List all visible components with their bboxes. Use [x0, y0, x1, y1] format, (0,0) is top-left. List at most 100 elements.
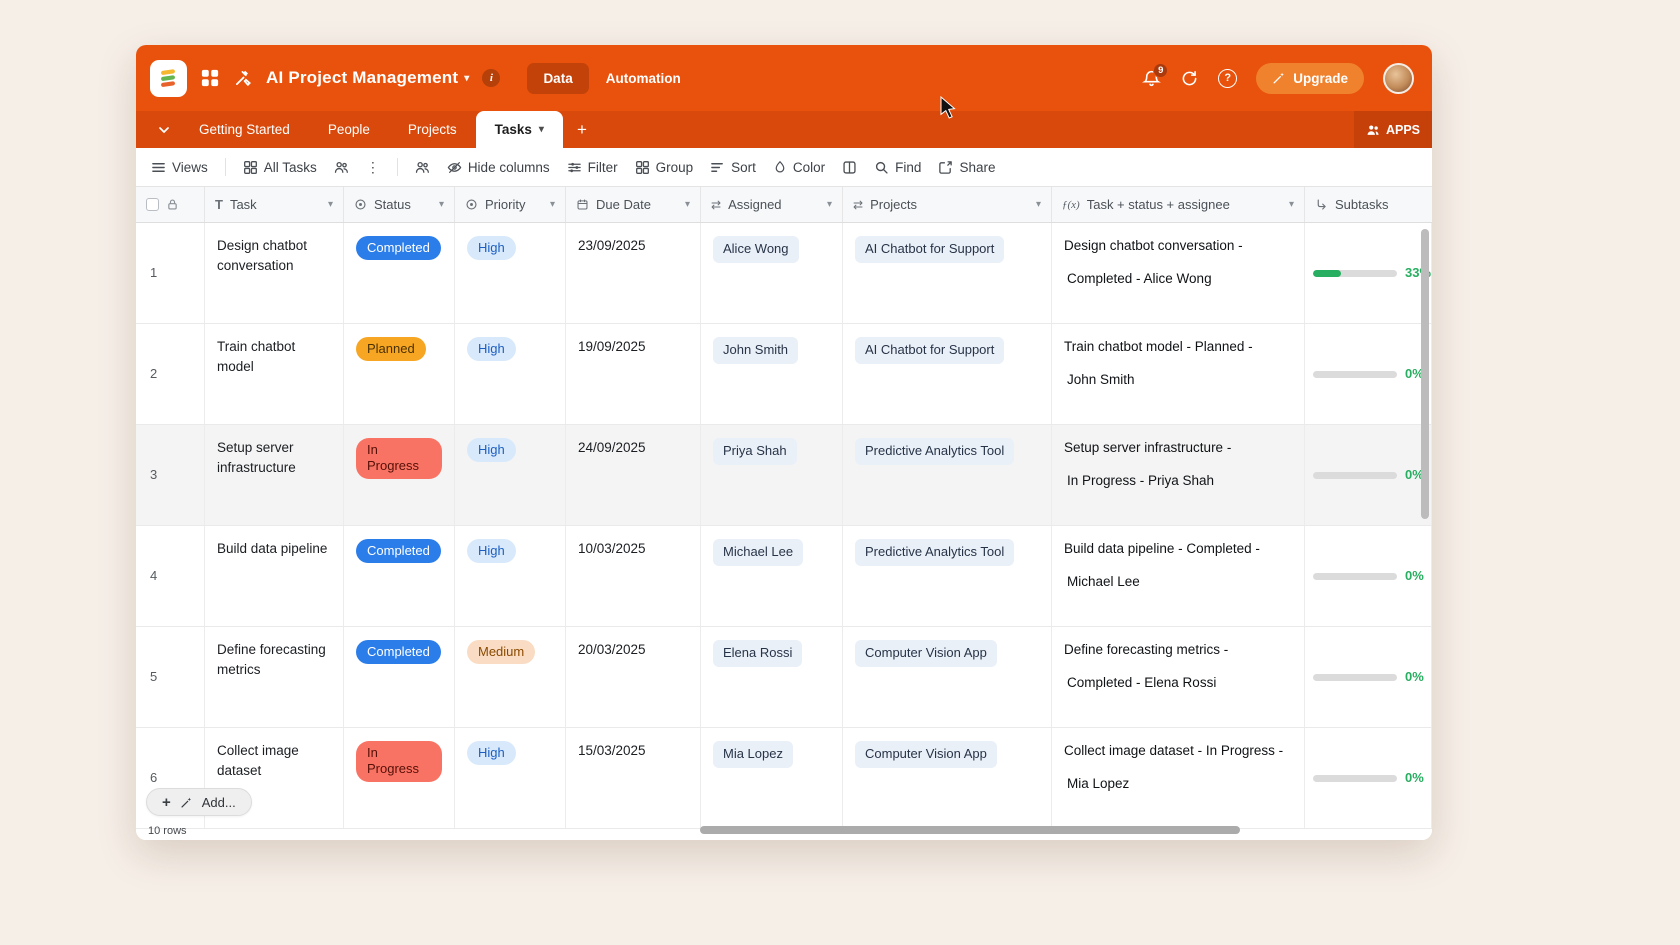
- view-more-menu[interactable]: ⋮: [366, 159, 380, 176]
- column-chevron-icon[interactable]: ▾: [328, 199, 333, 210]
- current-view-button[interactable]: All Tasks: [243, 160, 317, 175]
- row-number[interactable]: 5: [136, 627, 205, 727]
- row-number[interactable]: 3: [136, 425, 205, 525]
- tab-projects[interactable]: Projects: [389, 111, 476, 148]
- column-header-priority[interactable]: Priority ▾: [455, 187, 566, 222]
- status-cell[interactable]: Planned: [344, 324, 455, 424]
- column-header-task[interactable]: T Task ▾: [205, 187, 344, 222]
- filter-button[interactable]: Filter: [567, 160, 618, 175]
- tab-getting-started[interactable]: Getting Started: [180, 111, 309, 148]
- due-date-cell[interactable]: 20/03/2025: [566, 627, 701, 727]
- color-button[interactable]: Color: [773, 160, 825, 175]
- workspace-grid-icon[interactable]: [200, 68, 220, 88]
- avatar[interactable]: [1383, 63, 1414, 94]
- status-cell[interactable]: Completed: [344, 526, 455, 626]
- due-date-cell[interactable]: 10/03/2025: [566, 526, 701, 626]
- hide-columns-button[interactable]: Hide columns: [447, 160, 550, 175]
- subtasks-cell[interactable]: 0%: [1305, 425, 1432, 525]
- subtasks-cell[interactable]: 0%: [1305, 324, 1432, 424]
- project-cell[interactable]: Predictive Analytics Tool: [843, 526, 1052, 626]
- subtasks-cell[interactable]: 33%: [1305, 223, 1432, 323]
- assigned-cell[interactable]: Mia Lopez: [701, 728, 843, 828]
- column-header-status[interactable]: Status ▾: [344, 187, 455, 222]
- notifications-button[interactable]: 9: [1142, 69, 1161, 88]
- subtasks-cell[interactable]: 0%: [1305, 728, 1432, 828]
- assigned-cell[interactable]: John Smith: [701, 324, 843, 424]
- project-cell[interactable]: AI Chatbot for Support: [843, 223, 1052, 323]
- row-number[interactable]: 1: [136, 223, 205, 323]
- column-header-due-date[interactable]: Due Date ▾: [566, 187, 701, 222]
- formula-cell[interactable]: Train chatbot model - Planned -John Smit…: [1052, 324, 1305, 424]
- share-button[interactable]: Share: [938, 160, 995, 175]
- due-date-cell[interactable]: 19/09/2025: [566, 324, 701, 424]
- task-cell[interactable]: Train chatbot model: [205, 324, 344, 424]
- row-number[interactable]: 2: [136, 324, 205, 424]
- column-chevron-icon[interactable]: ▾: [1289, 199, 1294, 210]
- header-select-all[interactable]: [136, 187, 205, 222]
- status-cell[interactable]: In Progress: [344, 425, 455, 525]
- column-header-assigned[interactable]: ⇄ Assigned ▾: [701, 187, 843, 222]
- assigned-cell[interactable]: Elena Rossi: [701, 627, 843, 727]
- status-cell[interactable]: In Progress: [344, 728, 455, 828]
- history-button[interactable]: [1180, 69, 1199, 88]
- apps-button[interactable]: APPS: [1354, 111, 1432, 148]
- data-tab-button[interactable]: Data: [527, 63, 588, 94]
- vertical-scrollbar[interactable]: [1421, 229, 1429, 519]
- formula-cell[interactable]: Collect image dataset - In Progress -Mia…: [1052, 728, 1305, 828]
- assigned-cell[interactable]: Priya Shah: [701, 425, 843, 525]
- priority-cell[interactable]: Medium: [455, 627, 566, 727]
- task-cell[interactable]: Build data pipeline: [205, 526, 344, 626]
- help-button[interactable]: ?: [1218, 69, 1237, 88]
- column-header-formula[interactable]: ƒ(x) Task + status + assignee ▾: [1052, 187, 1305, 222]
- priority-cell[interactable]: High: [455, 223, 566, 323]
- priority-cell[interactable]: High: [455, 324, 566, 424]
- column-chevron-icon[interactable]: ▾: [1036, 199, 1041, 210]
- column-chevron-icon[interactable]: ▾: [685, 199, 690, 210]
- status-cell[interactable]: Completed: [344, 627, 455, 727]
- column-header-projects[interactable]: ⇄ Projects ▾: [843, 187, 1052, 222]
- due-date-cell[interactable]: 15/03/2025: [566, 728, 701, 828]
- due-date-cell[interactable]: 24/09/2025: [566, 425, 701, 525]
- subtasks-cell[interactable]: 0%: [1305, 526, 1432, 626]
- formula-cell[interactable]: Build data pipeline - Completed -Michael…: [1052, 526, 1305, 626]
- assigned-cell[interactable]: Michael Lee: [701, 526, 843, 626]
- assigned-cell[interactable]: Alice Wong: [701, 223, 843, 323]
- row-height-button[interactable]: [842, 160, 857, 175]
- views-button[interactable]: Views: [151, 160, 208, 175]
- row-number[interactable]: 4: [136, 526, 205, 626]
- app-logo-icon[interactable]: [150, 60, 187, 97]
- add-tab-button[interactable]: +: [563, 111, 601, 148]
- column-header-subtasks[interactable]: Subtasks: [1305, 187, 1432, 222]
- tabs-collapse-chevron-icon[interactable]: [148, 111, 180, 148]
- automation-tab-button[interactable]: Automation: [606, 71, 681, 86]
- priority-cell[interactable]: High: [455, 526, 566, 626]
- task-cell[interactable]: Design chatbot conversation: [205, 223, 344, 323]
- info-icon[interactable]: i: [482, 69, 500, 87]
- project-cell[interactable]: AI Chatbot for Support: [843, 324, 1052, 424]
- add-row-button[interactable]: + Add...: [146, 788, 252, 816]
- find-button[interactable]: Find: [874, 160, 921, 175]
- view-collaborators-icon[interactable]: [334, 160, 349, 175]
- tab-people[interactable]: People: [309, 111, 389, 148]
- priority-cell[interactable]: High: [455, 425, 566, 525]
- group-button[interactable]: Group: [635, 160, 694, 175]
- column-chevron-icon[interactable]: ▾: [827, 199, 832, 210]
- project-cell[interactable]: Computer Vision App: [843, 627, 1052, 727]
- select-all-checkbox[interactable]: [146, 198, 159, 211]
- priority-cell[interactable]: High: [455, 728, 566, 828]
- formula-cell[interactable]: Setup server infrastructure -In Progress…: [1052, 425, 1305, 525]
- share-collaborators-button[interactable]: [415, 160, 430, 175]
- status-cell[interactable]: Completed: [344, 223, 455, 323]
- tab-tasks[interactable]: Tasks ▾: [476, 111, 563, 148]
- horizontal-scrollbar[interactable]: [700, 826, 1240, 834]
- project-cell[interactable]: Computer Vision App: [843, 728, 1052, 828]
- formula-cell[interactable]: Define forecasting metrics -Completed - …: [1052, 627, 1305, 727]
- page-title[interactable]: AI Project Management ▾: [266, 68, 469, 88]
- subtasks-cell[interactable]: 0%: [1305, 627, 1432, 727]
- column-chevron-icon[interactable]: ▾: [550, 199, 555, 210]
- formula-cell[interactable]: Design chatbot conversation -Completed -…: [1052, 223, 1305, 323]
- upgrade-button[interactable]: Upgrade: [1256, 63, 1364, 94]
- project-cell[interactable]: Predictive Analytics Tool: [843, 425, 1052, 525]
- column-chevron-icon[interactable]: ▾: [439, 199, 444, 210]
- sort-button[interactable]: Sort: [710, 160, 756, 175]
